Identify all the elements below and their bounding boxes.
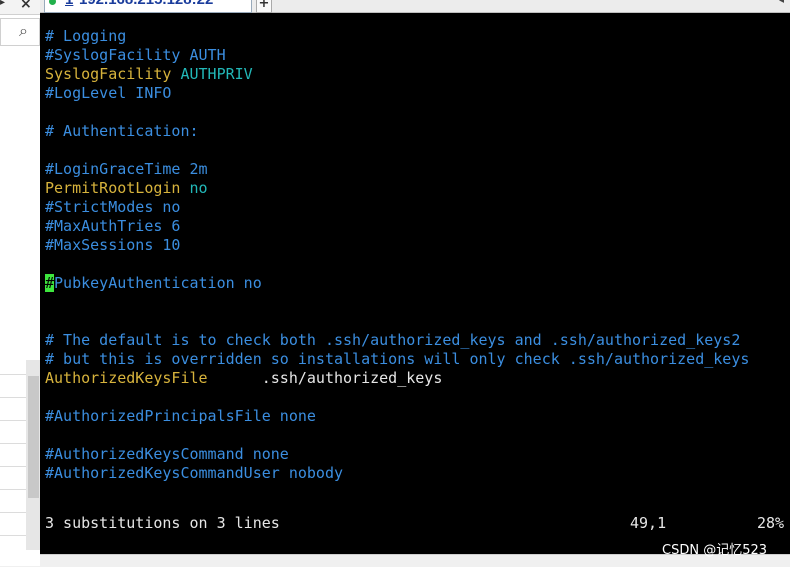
terminal-text: AUTHPRIV — [180, 65, 253, 83]
sidebar-search-input[interactable]: ⌕ — [0, 18, 40, 46]
terminal-line: #LogLevel INFO — [45, 84, 171, 103]
watermark: CSDN @记忆523 — [662, 543, 768, 558]
terminal-text: #AuthorizedPrincipalsFile none — [45, 407, 316, 425]
terminal-text: # Authentication: — [45, 122, 199, 140]
terminal-text: PermitRootLogin — [45, 179, 190, 197]
terminal-output[interactable]: # Logging #SyslogFacility AUTH SyslogFacil… — [40, 13, 790, 554]
terminal-text: no — [189, 179, 208, 197]
terminal-line: #SyslogFacility AUTH — [45, 46, 226, 65]
terminal-line: #AuthorizedKeysCommandUser nobody — [45, 464, 343, 483]
tab-scroll-left-icon[interactable]: ◂ — [779, 0, 784, 6]
terminal-text: SyslogFacility — [45, 65, 181, 83]
terminal-line: # The default is to check both .ssh/auth… — [45, 331, 740, 350]
vim-cursor-position: 49,1 — [630, 514, 667, 532]
terminal-text: #LoginGraceTime 2m — [45, 160, 208, 178]
terminal-text: AuthorizedKeysFile — [45, 369, 208, 387]
terminal-line: # but this is overridden so installation… — [45, 350, 749, 369]
terminal-line: #LoginGraceTime 2m — [45, 160, 208, 179]
terminal-line: #AuthorizedKeysCommand none — [45, 445, 289, 464]
search-icon[interactable]: ⌕ — [19, 21, 28, 41]
terminal-line: #AuthorizedPrincipalsFile none — [45, 407, 316, 426]
terminal-line: SyslogFacility AUTHPRIV — [45, 65, 253, 84]
terminal-line: #StrictModes no — [45, 198, 180, 217]
terminal-line: # Authentication: — [45, 122, 199, 141]
terminal-text: #MaxSessions 10 — [45, 236, 181, 254]
terminal-text: # but this is overridden so installation… — [45, 350, 750, 368]
plus-icon[interactable]: + — [256, 0, 272, 13]
vim-scroll-percent: 28% — [757, 514, 785, 532]
terminal-cursor: # — [45, 274, 55, 292]
terminal-text: PubkeyAuthentication no — [54, 274, 262, 292]
tab-index: 1 — [65, 0, 73, 8]
terminal-line: PermitRootLogin no — [45, 179, 208, 198]
terminal-text: #LogLevel INFO — [45, 84, 172, 102]
terminal-line: #MaxAuthTries 6 — [45, 217, 180, 236]
sidebar-scrollbar-thumb[interactable] — [28, 376, 39, 498]
terminal-text: #MaxAuthTries 6 — [45, 217, 181, 235]
terminal-text: #SyslogFacility AUTH — [45, 46, 226, 64]
connection-status-icon — [49, 0, 56, 5]
terminal-line: # Logging — [45, 27, 126, 46]
terminal-text: #StrictModes no — [45, 198, 181, 216]
tab-bar: 1 192.168.215.128:22 + ◂ — [40, 0, 790, 13]
terminal-line: AuthorizedKeysFile .ssh/authorized_keys — [45, 369, 442, 388]
terminal-text: # Logging — [45, 27, 127, 45]
tab-label: 192.168.215.128:22 — [79, 0, 213, 8]
terminal-text: # The default is to check both .ssh/auth… — [45, 331, 741, 349]
tab-session[interactable]: 1 192.168.215.128:22 — [44, 0, 252, 13]
terminal-line: #MaxSessions 10 — [45, 236, 180, 255]
collapse-arrow-icon[interactable]: ▸ — [0, 0, 5, 8]
vim-status-message: 3 substitutions on 3 lines — [45, 514, 280, 532]
terminal-text: #AuthorizedKeysCommandUser nobody — [45, 464, 344, 482]
terminal-text: #AuthorizedKeysCommand none — [45, 445, 289, 463]
terminal-line: #PubkeyAuthentication no — [45, 274, 262, 293]
sidebar-header: ▸ × — [0, 0, 40, 15]
terminal-text: .ssh/authorized_keys — [207, 369, 443, 387]
close-icon[interactable]: × — [20, 0, 32, 12]
session-sidebar: ▸ × ⌕ — [0, 0, 41, 566]
